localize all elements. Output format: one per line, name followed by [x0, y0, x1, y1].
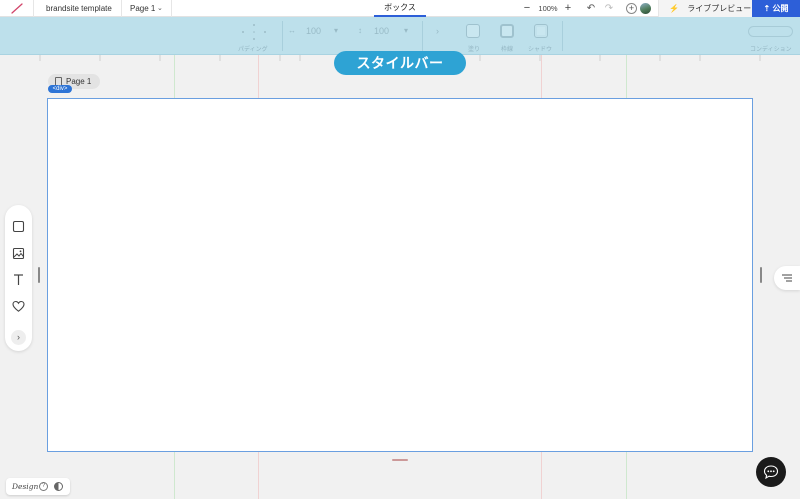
style-bar: パディング ↔ 100 ▾ ↕ 100 ▾ › 塗り 枠線 シャドウ コンディシ… — [0, 17, 800, 55]
page-selector[interactable]: Page 1 ⌄ — [122, 0, 172, 17]
element-tag[interactable]: <div> — [48, 85, 72, 93]
height-unit-icon[interactable]: ▾ — [404, 26, 408, 35]
border-label: 枠線 — [501, 47, 514, 53]
fill-label: 塗り — [468, 47, 481, 53]
theme-toggle-icon[interactable] — [54, 482, 63, 491]
width-input[interactable]: 100 — [306, 26, 321, 36]
condition-toggle[interactable] — [748, 26, 793, 37]
publish-icon: ⇡ — [763, 4, 771, 13]
app-logo[interactable] — [0, 0, 34, 17]
size-control: ↔ 100 ▾ ↕ 100 ▾ — [286, 17, 416, 55]
border-swatch — [500, 24, 514, 38]
box-tool[interactable] — [12, 220, 25, 233]
style-bar-callout: スタイルバー — [334, 51, 466, 75]
live-preview-button[interactable]: ⚡ ライブプレビュー — [658, 0, 752, 17]
zoom-level[interactable]: 100% — [535, 0, 561, 17]
border-control[interactable]: 枠線 — [496, 17, 522, 55]
artboard[interactable] — [47, 98, 753, 452]
height-input[interactable]: 100 — [374, 26, 389, 36]
divider — [282, 21, 283, 51]
align-control[interactable]: › — [430, 17, 450, 55]
favorite-tool[interactable] — [12, 300, 25, 313]
add-collaborator-icon[interactable]: + — [626, 3, 637, 14]
divider — [422, 21, 423, 51]
padding-label: パディング — [238, 47, 268, 53]
mode-switcher[interactable]: Design ? — [6, 478, 70, 495]
image-tool[interactable] — [12, 247, 25, 260]
help-icon[interactable]: ? — [39, 482, 48, 491]
fill-control[interactable]: 塗り — [462, 17, 488, 55]
padding-icon — [242, 24, 266, 40]
shadow-swatch — [534, 24, 548, 38]
zoom-in-button[interactable]: + — [561, 0, 575, 17]
image-icon — [12, 247, 25, 260]
tool-palette: › — [5, 205, 32, 351]
publish-button[interactable]: ⇡ 公開 — [752, 0, 800, 17]
square-icon — [12, 220, 25, 233]
shadow-control[interactable]: シャドウ — [526, 17, 560, 55]
live-preview-label: ライブプレビュー — [687, 4, 752, 13]
fill-swatch — [466, 24, 480, 38]
avatar[interactable] — [639, 2, 652, 15]
chevron-down-icon: ⌄ — [157, 5, 163, 12]
zoom-out-button[interactable]: − — [520, 0, 534, 17]
padding-control[interactable]: パディング — [232, 17, 276, 55]
top-bar: brandsite template Page 1 ⌄ ボックス − 100% … — [0, 0, 800, 17]
undo-icon[interactable]: ↶ — [584, 0, 598, 17]
chevron-right-icon: › — [436, 26, 439, 36]
align-right-icon — [782, 274, 792, 282]
pen-logo-icon — [11, 3, 23, 14]
bolt-icon: ⚡ — [669, 4, 679, 13]
shadow-label: シャドウ — [528, 47, 553, 53]
heart-icon — [12, 300, 25, 312]
page-selector-label: Page 1 — [130, 4, 156, 13]
resize-handle-right[interactable] — [760, 267, 762, 283]
chat-bubble-icon — [763, 465, 779, 480]
chat-button[interactable] — [756, 457, 786, 487]
resize-handle-left[interactable] — [38, 267, 40, 283]
condition-label: コンディション — [750, 47, 792, 53]
height-arrow-icon: ↕ — [358, 26, 362, 35]
site-name[interactable]: brandsite template — [34, 0, 122, 17]
text-tool[interactable] — [12, 273, 25, 286]
resize-handle-bottom[interactable] — [392, 459, 408, 461]
redo-icon[interactable]: ↷ — [602, 0, 616, 17]
tab-box[interactable]: ボックス — [374, 0, 426, 17]
divider — [562, 21, 563, 51]
width-arrow-icon: ↔ — [288, 26, 296, 35]
text-icon — [14, 274, 23, 285]
expand-tools-button[interactable]: › — [11, 330, 26, 345]
right-panel-toggle[interactable] — [774, 266, 800, 290]
width-unit-icon[interactable]: ▾ — [334, 26, 338, 35]
design-mode-label[interactable]: Design — [12, 478, 38, 495]
publish-label: 公開 — [772, 4, 789, 13]
